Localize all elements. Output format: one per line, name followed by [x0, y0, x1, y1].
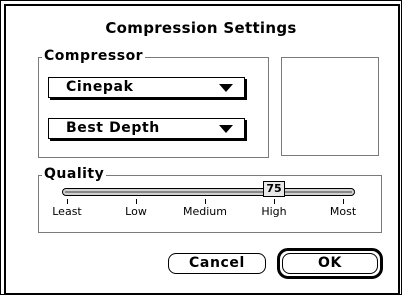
codec-popup[interactable]: Cinepak	[48, 77, 245, 98]
chevron-down-icon	[219, 125, 233, 133]
quality-slider-thumb[interactable]: 75	[263, 181, 285, 197]
compressor-group	[38, 57, 269, 158]
quality-tick	[274, 199, 275, 204]
quality-tick-label: Least	[52, 205, 82, 218]
depth-popup-value: Best Depth	[66, 120, 160, 136]
quality-group-label: Quality	[42, 166, 107, 182]
quality-tick-label: Low	[125, 205, 147, 218]
quality-tick	[136, 199, 137, 204]
quality-tick-label: Most	[329, 205, 357, 218]
preview-box	[281, 57, 379, 156]
quality-tick	[67, 199, 68, 204]
quality-group	[38, 175, 382, 233]
quality-tick-label: High	[261, 205, 287, 218]
chevron-down-icon	[219, 84, 233, 92]
cancel-button[interactable]: Cancel	[168, 253, 266, 274]
quality-tick	[205, 199, 206, 204]
codec-popup-value: Cinepak	[66, 79, 134, 95]
ok-button[interactable]: OK	[282, 253, 378, 274]
compressor-group-label: Compressor	[42, 48, 146, 64]
depth-popup[interactable]: Best Depth	[48, 118, 245, 139]
quality-tick	[343, 199, 344, 204]
dialog-title: Compression Settings	[105, 19, 297, 37]
quality-slider-track[interactable]	[62, 188, 355, 196]
quality-tick-label: Medium	[183, 205, 227, 218]
